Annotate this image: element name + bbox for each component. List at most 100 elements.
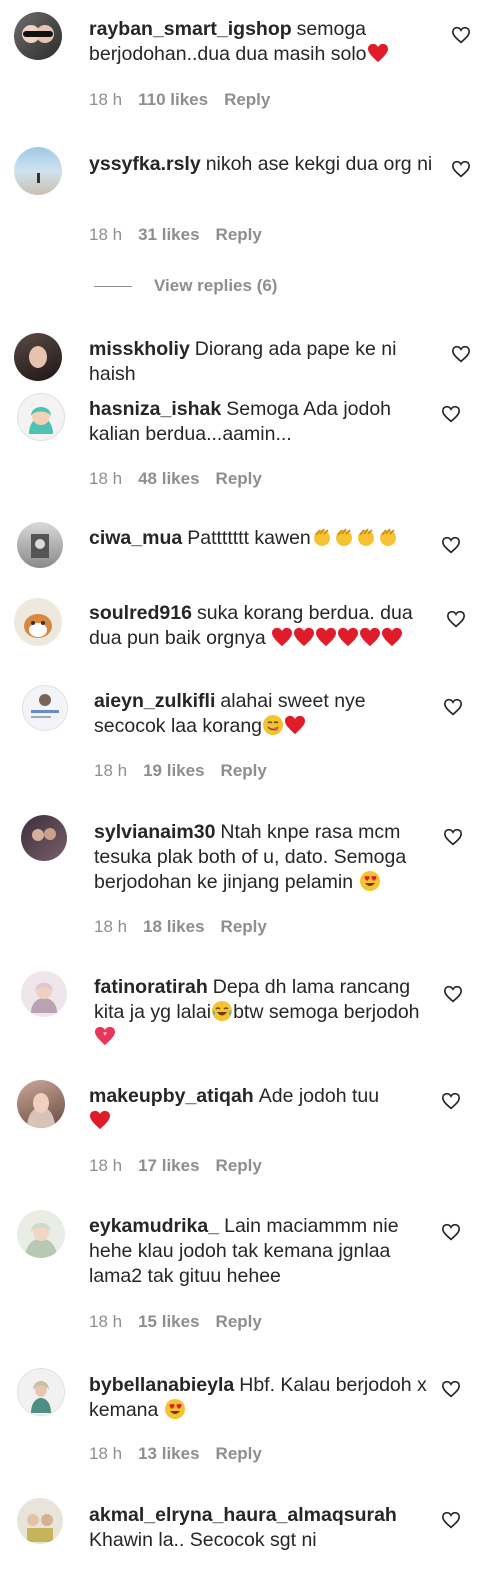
- comment-username[interactable]: eykamudrika_: [89, 1215, 219, 1237]
- comment-body: Khawin la.. Secocok sgt ni: [89, 1529, 317, 1551]
- comment-text: ciwa_mua Pattttttt kawen: [89, 526, 441, 551]
- like-heart-icon[interactable]: [441, 405, 461, 423]
- comment-username[interactable]: hasniza_ishak: [89, 398, 221, 420]
- like-heart-icon[interactable]: [451, 345, 471, 363]
- avatar[interactable]: [21, 971, 67, 1017]
- reply-button[interactable]: Reply: [216, 1444, 262, 1463]
- reply-button[interactable]: Reply: [216, 469, 262, 488]
- likes-count[interactable]: 18 likes: [143, 917, 204, 936]
- red-heart-emoji-icon: [285, 715, 306, 735]
- likes-count[interactable]: 48 likes: [138, 469, 199, 488]
- view-replies-button[interactable]: View replies (6): [94, 276, 277, 296]
- avatar[interactable]: [17, 1080, 65, 1128]
- red-heart-emoji-icon: [338, 627, 359, 647]
- comment-text: makeupby_atiqah Ade jodoh tuu: [89, 1084, 441, 1134]
- reply-button[interactable]: Reply: [221, 761, 267, 780]
- comment-meta: 18 h 13 likes Reply: [89, 1444, 278, 1464]
- avatar[interactable]: [14, 12, 62, 60]
- heart-eyes-emoji-icon: [164, 1399, 185, 1419]
- reply-button[interactable]: Reply: [216, 1312, 262, 1331]
- red-heart-emoji-icon: [316, 627, 337, 647]
- comment-username[interactable]: misskholiy: [89, 338, 190, 360]
- avatar-image: [31, 534, 49, 558]
- comment-body: Ade jodoh tuu: [258, 1085, 380, 1107]
- like-heart-icon[interactable]: [446, 610, 466, 628]
- likes-count[interactable]: 19 likes: [143, 761, 204, 780]
- avatar[interactable]: [22, 685, 68, 731]
- like-heart-icon[interactable]: [441, 1380, 461, 1398]
- red-heart-emoji-icon: [294, 627, 315, 647]
- avatar-image: [29, 407, 53, 434]
- comment-username[interactable]: fatinoratirah: [94, 976, 208, 998]
- comment-meta: 18 h 19 likes Reply: [94, 761, 283, 781]
- comment-time: 18 h: [89, 1312, 123, 1331]
- likes-count[interactable]: 17 likes: [138, 1156, 199, 1175]
- tears-of-joy-emoji-icon: [212, 1001, 233, 1021]
- red-heart-emoji-icon: [367, 43, 388, 63]
- likes-count[interactable]: 13 likes: [138, 1444, 199, 1463]
- avatar-image: [27, 1093, 55, 1128]
- comment-text: misskholiy Diorang ada pape ke ni haish: [89, 337, 441, 387]
- comment-username[interactable]: yssyfka.rsly: [89, 153, 201, 175]
- view-replies-line: [94, 286, 132, 288]
- comment-time: 18 h: [94, 917, 128, 936]
- view-replies-label: View replies (6): [154, 276, 278, 295]
- like-heart-icon[interactable]: [441, 1092, 461, 1110]
- comment-meta: 18 h 48 likes Reply: [89, 469, 278, 489]
- avatar-image: [29, 346, 47, 368]
- reply-button[interactable]: Reply: [216, 1156, 262, 1175]
- comment-time: 18 h: [89, 225, 123, 244]
- avatar-image: [24, 614, 52, 638]
- comment-text: akmal_elryna_haura_almaqsurah Khawin la..…: [89, 1503, 449, 1553]
- likes-count[interactable]: 15 likes: [138, 1312, 199, 1331]
- sparkling-heart-emoji-icon: [95, 1026, 115, 1046]
- comment-time: 18 h: [89, 469, 123, 488]
- red-heart-emoji-icon: [360, 627, 381, 647]
- comment-text: eykamudrika_ Lain maciammm nie hehe klau …: [89, 1214, 441, 1289]
- avatar[interactable]: [17, 1210, 65, 1258]
- comment-username[interactable]: akmal_elryna_haura_almaqsurah: [89, 1504, 397, 1526]
- comment-meta: 18 h 17 likes Reply: [89, 1156, 278, 1176]
- avatar[interactable]: [17, 1368, 65, 1416]
- comment-username[interactable]: sylvianaim30: [94, 821, 215, 843]
- avatar[interactable]: [17, 522, 63, 568]
- face-savoring-food-emoji-icon: [263, 715, 284, 735]
- avatar[interactable]: [17, 1498, 63, 1544]
- comment-username[interactable]: makeupby_atiqah: [89, 1085, 254, 1107]
- like-heart-icon[interactable]: [451, 160, 471, 178]
- red-heart-emoji-icon: [272, 627, 293, 647]
- like-heart-icon[interactable]: [441, 536, 461, 554]
- avatar-image: [27, 1514, 53, 1542]
- comment-meta: 18 h 18 likes Reply: [94, 917, 283, 937]
- like-heart-icon[interactable]: [441, 1223, 461, 1241]
- like-heart-icon[interactable]: [443, 828, 463, 846]
- like-heart-icon[interactable]: [443, 698, 463, 716]
- comment-text: sylvianaim30 Ntah knpe rasa mcm tesuka pl…: [94, 820, 434, 895]
- reply-button[interactable]: Reply: [216, 225, 262, 244]
- avatar[interactable]: [21, 815, 67, 861]
- heart-eyes-emoji-icon: [359, 871, 380, 891]
- like-heart-icon[interactable]: [451, 26, 471, 44]
- comment-username[interactable]: rayban_smart_igshop: [89, 18, 292, 40]
- comment-body: Pattttttt kawen: [187, 527, 311, 549]
- likes-count[interactable]: 110 likes: [138, 90, 208, 109]
- comment-username[interactable]: ciwa_mua: [89, 527, 182, 549]
- likes-count[interactable]: 31 likes: [138, 225, 199, 244]
- avatar[interactable]: [14, 147, 62, 195]
- avatar-image: [25, 1223, 57, 1258]
- avatar[interactable]: [14, 598, 62, 646]
- comment-username[interactable]: aieyn_zulkifli: [94, 690, 215, 712]
- comment-time: 18 h: [94, 761, 128, 780]
- comment-time: 18 h: [89, 1156, 123, 1175]
- comment-username[interactable]: bybellanabieyla: [89, 1374, 234, 1396]
- avatar-image: [37, 173, 40, 183]
- comment-username[interactable]: soulred916: [89, 602, 192, 624]
- clapping-hands-emoji-icon: [357, 528, 374, 546]
- avatar[interactable]: [14, 333, 62, 381]
- reply-button[interactable]: Reply: [224, 90, 270, 109]
- reply-button[interactable]: Reply: [221, 917, 267, 936]
- like-heart-icon[interactable]: [441, 1511, 461, 1529]
- like-heart-icon[interactable]: [443, 985, 463, 1003]
- avatar[interactable]: [17, 393, 65, 441]
- comment-meta: 18 h 31 likes Reply: [89, 225, 278, 245]
